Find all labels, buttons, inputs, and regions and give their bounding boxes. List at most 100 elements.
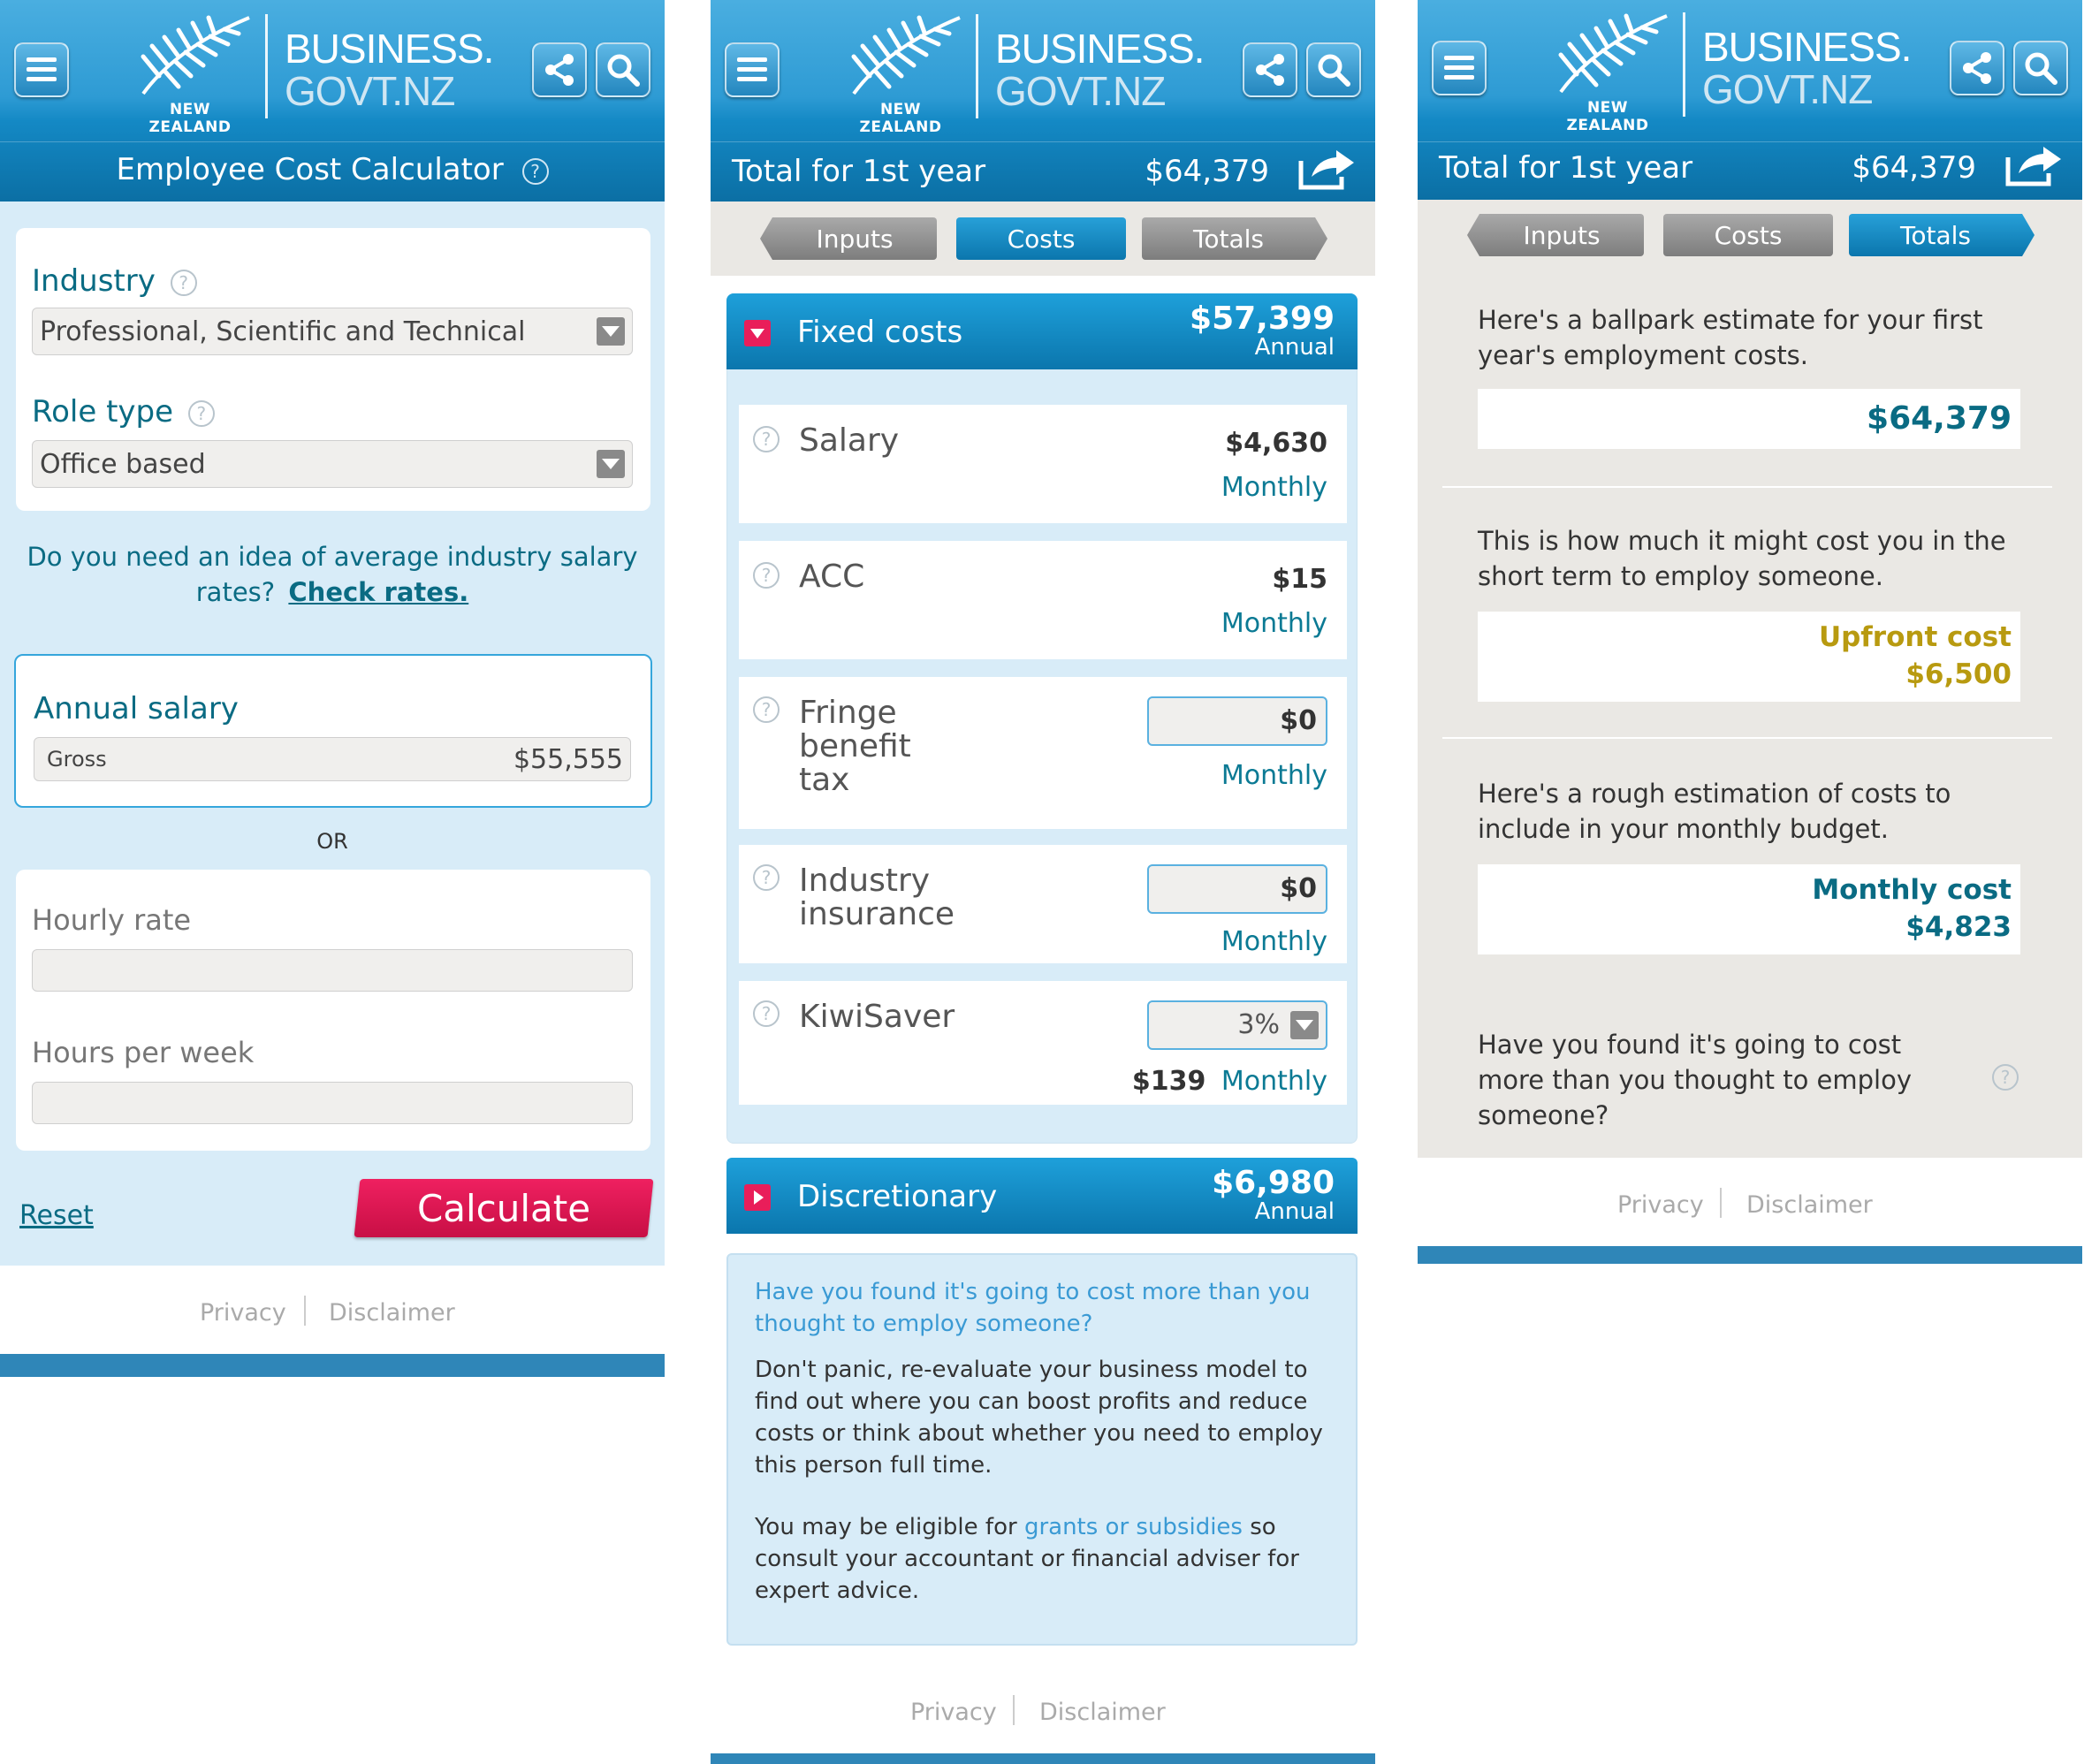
discretionary-header[interactable]: Discretionary $6,980 Annual bbox=[726, 1158, 1358, 1234]
check-rates-link[interactable]: Check rates. bbox=[288, 577, 468, 607]
tab-inputs-label: Inputs bbox=[816, 224, 894, 254]
search-icon bbox=[2025, 52, 2057, 85]
share-icon bbox=[545, 54, 574, 86]
tab-costs[interactable]: Costs bbox=[956, 217, 1126, 260]
disclaimer-link[interactable]: Disclaimer bbox=[1746, 1191, 1873, 1219]
help-icon[interactable]: ? bbox=[753, 426, 780, 452]
role-type-select[interactable]: Office based bbox=[32, 440, 633, 488]
info-paragraph-2: You may be eligible for grants or subsid… bbox=[755, 1511, 1329, 1607]
privacy-link[interactable]: Privacy bbox=[1617, 1191, 1704, 1219]
search-button[interactable] bbox=[596, 42, 650, 97]
kiwisaver-select[interactable]: 3% bbox=[1147, 1000, 1327, 1050]
cost-name-line: insurance bbox=[799, 896, 955, 932]
chevron-down-icon bbox=[597, 450, 625, 478]
share-button[interactable] bbox=[1950, 41, 2004, 95]
fixed-costs-header[interactable]: Fixed costs $57,399 Annual bbox=[726, 293, 1358, 369]
help-icon[interactable]: ? bbox=[753, 1000, 780, 1027]
upfront-box: Upfront cost $6,500 bbox=[1478, 612, 2020, 702]
help-icon[interactable]: ? bbox=[753, 696, 780, 723]
cost-period: Monthly bbox=[1221, 1066, 1327, 1097]
or-divider: OR bbox=[316, 829, 348, 854]
chevron-down-icon bbox=[1290, 1011, 1319, 1039]
industry-select-value: Professional, Scientific and Technical bbox=[40, 316, 526, 347]
gross-salary-input[interactable]: Gross $55,555 bbox=[34, 737, 631, 781]
export-icon[interactable] bbox=[2004, 143, 2065, 187]
site-header: NEW ZEALAND BUSINESS. GOVT.NZ Total for … bbox=[711, 0, 1375, 201]
cost-period: Monthly bbox=[1221, 760, 1327, 791]
cost-name: Fringe benefit tax bbox=[799, 696, 911, 797]
help-icon[interactable]: ? bbox=[753, 562, 780, 589]
site-logo[interactable]: NEW ZEALAND BUSINESS. GOVT.NZ bbox=[843, 12, 1205, 136]
share-button[interactable] bbox=[1243, 42, 1297, 97]
cost-value: $15 bbox=[1272, 564, 1327, 595]
rates-prompt: Do you need an idea of average industry … bbox=[27, 539, 638, 610]
help-icon[interactable]: ? bbox=[170, 269, 197, 296]
logo-business: BUSINESS. bbox=[285, 26, 494, 72]
help-icon[interactable]: ? bbox=[521, 157, 549, 185]
disclaimer-link[interactable]: Disclaimer bbox=[329, 1299, 455, 1327]
kiwisaver-amount-line: $139 Monthly bbox=[1132, 1066, 1327, 1097]
fixed-costs-amount: $57,399 bbox=[1190, 300, 1335, 337]
cost-value: $4,630 bbox=[1225, 428, 1327, 459]
search-button[interactable] bbox=[2013, 41, 2068, 95]
menu-button[interactable] bbox=[14, 42, 69, 97]
tab-inputs[interactable]: Inputs bbox=[1467, 214, 1644, 256]
monthly-value: $4,823 bbox=[1905, 911, 2012, 943]
annual-salary-card: Annual salary Gross $55,555 bbox=[14, 654, 652, 808]
fern-icon bbox=[851, 15, 961, 95]
expand-toggle-icon[interactable] bbox=[744, 1184, 771, 1211]
estimate-box: $64,379 bbox=[1478, 389, 2020, 449]
site-logo[interactable]: NEW ZEALAND BUSINESS. GOVT.NZ bbox=[133, 12, 494, 136]
total-label: Total for 1st year bbox=[732, 154, 986, 189]
cost-period: Monthly bbox=[1221, 608, 1327, 639]
estimate-text: Here's a ballpark estimate for your firs… bbox=[1478, 305, 1983, 370]
help-icon[interactable]: ? bbox=[1992, 1064, 2019, 1091]
share-button[interactable] bbox=[532, 42, 587, 97]
site-logo[interactable]: NEW ZEALAND BUSINESS. GOVT.NZ bbox=[1550, 11, 1912, 134]
info-paragraph-2-a: You may be eligible for bbox=[755, 1514, 1017, 1540]
total-amount: $64,379 bbox=[1852, 150, 1976, 186]
help-icon[interactable]: ? bbox=[753, 864, 780, 891]
cost-row-acc: ? ACC $15 Monthly bbox=[739, 541, 1347, 659]
menu-button[interactable] bbox=[725, 42, 780, 97]
cost-name: Salary bbox=[799, 422, 900, 459]
fern-icon bbox=[1558, 13, 1668, 94]
disclaimer-link[interactable]: Disclaimer bbox=[1039, 1699, 1166, 1726]
calculate-button[interactable]: Calculate bbox=[354, 1179, 654, 1237]
search-icon bbox=[607, 54, 640, 87]
tab-inputs[interactable]: Inputs bbox=[760, 217, 937, 260]
upfront-value: $6,500 bbox=[1905, 658, 2012, 690]
kiwisaver-rate: 3% bbox=[1237, 1009, 1280, 1040]
hours-per-week-input[interactable] bbox=[32, 1082, 633, 1124]
cost-name-line: benefit bbox=[799, 728, 911, 764]
cost-period: Monthly bbox=[1221, 472, 1327, 503]
discretionary-period: Annual bbox=[1254, 1198, 1335, 1225]
cost-name: ACC bbox=[799, 559, 865, 595]
footer-bar bbox=[1418, 1246, 2082, 1264]
cost-question: Have you found it's going to cost more t… bbox=[1478, 1030, 1913, 1130]
privacy-link[interactable]: Privacy bbox=[200, 1299, 286, 1327]
fixed-costs-period: Annual bbox=[1254, 334, 1335, 361]
search-button[interactable] bbox=[1306, 42, 1361, 97]
grants-link[interactable]: grants or subsidies bbox=[1024, 1514, 1243, 1540]
menu-button[interactable] bbox=[1432, 41, 1487, 95]
export-icon[interactable] bbox=[1297, 147, 1358, 191]
industry-insurance-input[interactable]: $0 bbox=[1147, 864, 1327, 914]
share-icon bbox=[1256, 54, 1284, 86]
info-paragraph-1: Don't panic, re-evaluate your business m… bbox=[755, 1357, 1323, 1479]
tab-totals[interactable]: Totals bbox=[1142, 217, 1327, 260]
hourly-rate-input[interactable] bbox=[32, 949, 633, 992]
fern-icon bbox=[141, 15, 250, 95]
fringe-benefit-tax-input[interactable]: $0 bbox=[1147, 696, 1327, 746]
tab-totals-label: Totals bbox=[1193, 224, 1264, 254]
collapse-toggle-icon[interactable] bbox=[744, 320, 771, 346]
menu-icon bbox=[737, 57, 767, 81]
industry-select[interactable]: Professional, Scientific and Technical bbox=[32, 308, 633, 355]
help-icon[interactable]: ? bbox=[187, 399, 215, 427]
divider bbox=[1442, 486, 2052, 488]
tab-costs[interactable]: Costs bbox=[1663, 214, 1833, 256]
menu-icon bbox=[1444, 56, 1474, 80]
reset-link[interactable]: Reset bbox=[19, 1200, 94, 1231]
privacy-link[interactable]: Privacy bbox=[910, 1699, 997, 1726]
tab-totals[interactable]: Totals bbox=[1849, 214, 2035, 256]
